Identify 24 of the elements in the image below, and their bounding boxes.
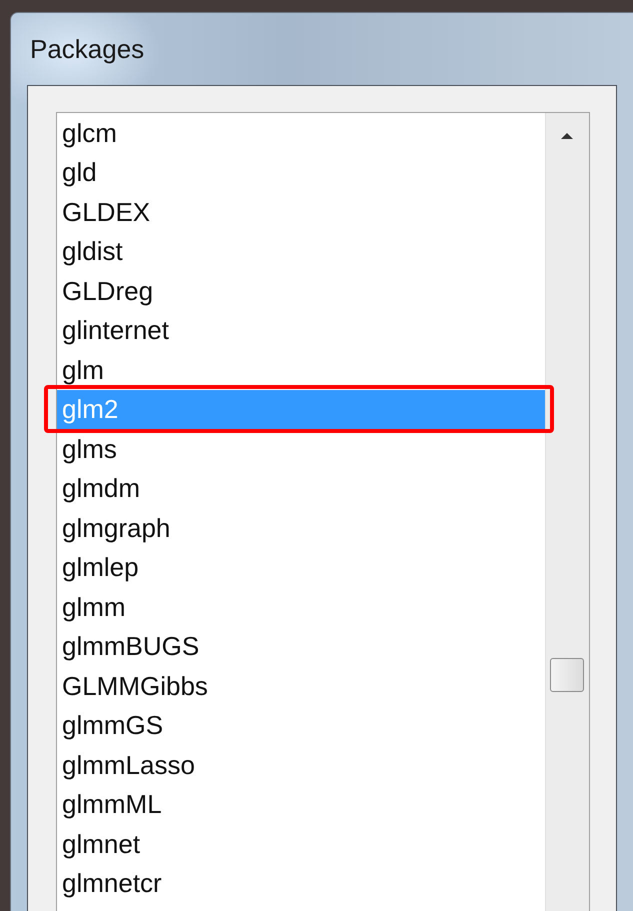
package-item[interactable]: glm: [62, 354, 104, 385]
package-item[interactable]: glmmLasso: [62, 750, 195, 780]
package-item[interactable]: GLMMGibbs: [62, 670, 208, 701]
package-item[interactable]: glmgraph: [62, 512, 170, 543]
scroll-up-icon[interactable]: [559, 131, 575, 141]
package-item[interactable]: glmnetcr: [62, 868, 162, 898]
package-item[interactable]: glmmML: [62, 789, 162, 820]
package-item[interactable]: glcm: [62, 118, 117, 148]
package-item[interactable]: glmdm: [62, 473, 140, 504]
package-item[interactable]: gldist: [62, 236, 123, 266]
package-item[interactable]: glmm: [62, 592, 126, 622]
window-title: Packages: [30, 33, 144, 66]
package-list[interactable]: glcm gld GLDEX gldist GLDreg glinternet glm glm2 glms glmdm glmgraph glmlep glmm glmmBUGS GLMMGibbs glmmGS glmmLasso glmmML glmnet glmnetcr: [56, 112, 590, 911]
package-item[interactable]: glmlep: [62, 552, 139, 582]
package-item[interactable]: GLDEX: [62, 196, 150, 227]
package-item[interactable]: glmmBUGS: [62, 631, 200, 662]
package-item[interactable]: glmnet: [62, 828, 140, 859]
package-item[interactable]: glinternet: [62, 315, 169, 346]
package-item[interactable]: glmmGS: [62, 710, 164, 740]
scrollbar[interactable]: [545, 113, 589, 911]
package-item[interactable]: GLDreg: [62, 276, 154, 306]
package-item[interactable]: glms: [62, 434, 117, 464]
scrollbar-thumb[interactable]: [550, 658, 584, 692]
package-item[interactable]: gld: [62, 157, 97, 188]
